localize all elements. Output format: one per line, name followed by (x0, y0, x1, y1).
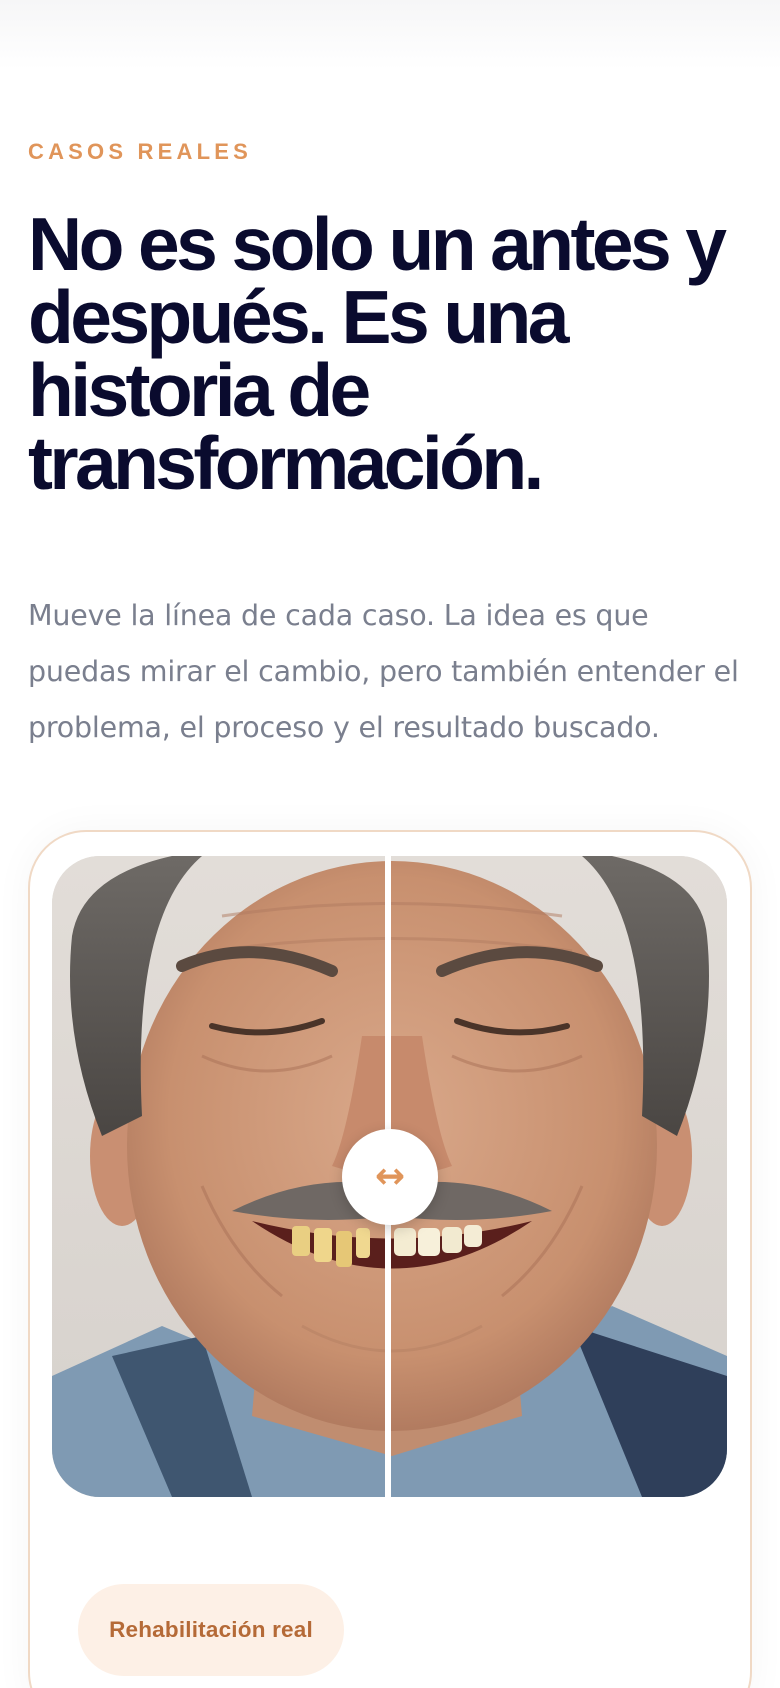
case-category-badge: Rehabilitación real (78, 1584, 344, 1676)
section-headline: No es solo un antes y después. Es una hi… (28, 202, 727, 505)
section-eyebrow: CASOS REALES (28, 139, 252, 164)
section-intro: Mueve la línea de cada caso. La idea es … (28, 599, 739, 744)
case-category-label: Rehabilitación real (109, 1617, 313, 1642)
comparison-slider-handle[interactable]: ↔ (342, 1129, 438, 1225)
before-after-comparison[interactable]: ↔ (52, 856, 727, 1497)
left-right-arrow-icon: ↔ (374, 1156, 406, 1197)
casos-reales-section: CASOS REALES No es solo un antes y despu… (0, 0, 780, 1688)
